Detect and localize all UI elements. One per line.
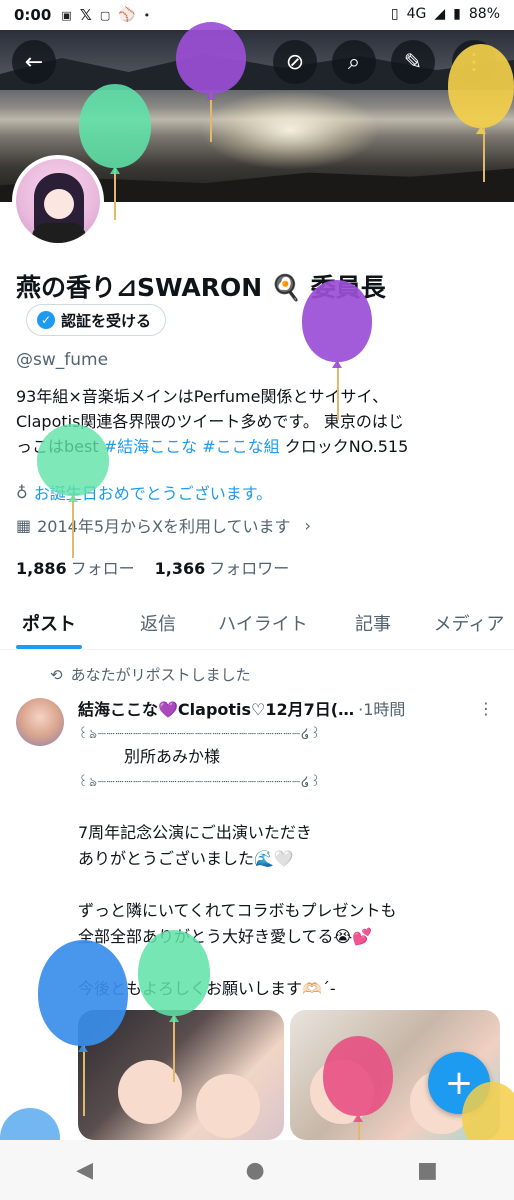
vibrate-icon: ▯ xyxy=(390,6,399,22)
post-author-avatar[interactable] xyxy=(16,698,64,746)
dot-icon: • xyxy=(143,8,151,22)
bio-line-3-suffix: クロックNO.515 xyxy=(279,437,409,456)
pink-balloon-icon xyxy=(323,1036,393,1116)
joined-date: 2014年5月からXを利用しています xyxy=(37,517,291,536)
repost-icon: ⟲ xyxy=(50,665,63,684)
post-header: 結海ここな💜Clapotis♡12月7日(… ·1時間 ⋮ xyxy=(78,696,498,720)
followers-count: 1,366 xyxy=(154,559,206,578)
tab-media[interactable]: メディア xyxy=(424,600,514,649)
tab-highlights[interactable]: ハイライト xyxy=(210,600,316,649)
post-line-1: 7周年記念公演にご出演いただき xyxy=(78,823,312,842)
signal-icon: ◢ xyxy=(434,6,446,22)
back-button[interactable]: ← xyxy=(12,40,56,84)
get-verified-button[interactable]: ✓ 認証を受ける xyxy=(26,304,167,336)
tab-replies[interactable]: 返信 xyxy=(128,600,188,649)
post-decoration-bottom: ꒰ঌ┈┈┈┈┈┈┈┈┈┈┈┈┈┈┈┈┈┈┈┈┈┈┈໒꒱ xyxy=(78,775,322,790)
status-right: ▯ 4G ◢ ▮ 88% xyxy=(391,6,500,22)
balloon-string xyxy=(83,1046,85,1116)
balloon-icon: ♁ xyxy=(16,482,28,502)
verified-badge-icon: ✓ xyxy=(37,311,55,329)
banner-mountains xyxy=(0,54,514,90)
post-decoration-top: ꒰ঌ┈┈┈┈┈┈┈┈┈┈┈┈┈┈┈┈┈┈┈┈┈┈┈໒꒱ xyxy=(78,727,322,742)
grok-button[interactable]: ⊘ xyxy=(273,40,317,84)
balloon-string xyxy=(483,128,485,182)
edit-icon: ✎ xyxy=(403,49,423,75)
showroom-icon: ▢ xyxy=(99,8,111,22)
post-line-name: 別所あみか様 xyxy=(124,747,221,766)
nav-recents-button[interactable]: ■ xyxy=(417,1158,438,1183)
grok-icon: ⊘ xyxy=(285,49,305,75)
post-more-icon[interactable]: ⋮ xyxy=(478,699,494,718)
post-author-name[interactable]: 結海ここな💜Clapotis♡12月7日(… xyxy=(78,696,354,720)
network-label: 4G xyxy=(406,6,427,22)
post-line-4: 全部全部ありがとう大好き愛してる😭💕 xyxy=(78,927,373,946)
follow-counts: 1,886 フォロー 1,366 フォロワー xyxy=(16,555,289,579)
calendar-icon: ▦ xyxy=(16,515,32,535)
banner-sun-reflection xyxy=(200,90,380,170)
hashtag-link-2[interactable]: #ここな組 xyxy=(202,437,279,456)
avatar-body xyxy=(32,223,86,243)
back-arrow-icon: ← xyxy=(24,49,44,75)
battery-icon: ▮ xyxy=(453,6,461,22)
purple-balloon-icon xyxy=(176,22,246,94)
search-button[interactable]: ⌕ xyxy=(332,40,376,84)
following-link[interactable]: 1,886 フォロー xyxy=(16,555,135,579)
x-icon: 𝕏 xyxy=(79,6,92,24)
post-line-2: ありがとうございました🌊🤍 xyxy=(78,849,294,868)
nav-home-button[interactable]: ● xyxy=(245,1158,264,1183)
tab-posts[interactable]: ポスト xyxy=(14,600,84,649)
search-icon: ⌕ xyxy=(347,49,361,75)
following-label: フォロー xyxy=(70,559,135,578)
edit-button[interactable]: ✎ xyxy=(391,40,435,84)
bio-line-1: 93年組×音楽垢メインはPerfume関係とサイサイ、 xyxy=(16,387,389,406)
blue-balloon-icon xyxy=(38,940,128,1046)
balloon-string xyxy=(173,1016,175,1082)
chevron-right-icon: › xyxy=(304,515,311,535)
followers-label: フォロワー xyxy=(209,559,290,578)
following-count: 1,886 xyxy=(16,559,67,578)
status-bar: 0:00 ▣ 𝕏 ▢ ⚾ • ▯ 4G ◢ ▮ 88% xyxy=(0,0,514,30)
avatar-face xyxy=(44,189,74,219)
repost-label: あなたがリポストしました xyxy=(70,666,251,684)
green-balloon-icon xyxy=(79,84,151,168)
followers-link[interactable]: 1,366 フォロワー xyxy=(155,555,290,579)
yellow-balloon-icon xyxy=(448,44,514,128)
tab-articles[interactable]: 記事 xyxy=(348,600,398,649)
repost-indicator: ⟲ あなたがリポストしました xyxy=(50,664,251,685)
get-verified-label: 認証を受ける xyxy=(61,311,152,330)
green-balloon-icon xyxy=(138,930,210,1016)
system-nav-bar: ◀ ● ■ xyxy=(0,1140,514,1200)
balloon-string xyxy=(114,168,116,220)
balloon-string xyxy=(337,360,339,420)
purple-balloon-icon xyxy=(302,280,372,362)
battery-label: 88% xyxy=(468,6,500,22)
image-person xyxy=(196,1074,260,1138)
nav-back-button[interactable]: ◀ xyxy=(76,1158,93,1183)
green-balloon-icon xyxy=(37,424,109,496)
post-line-3: ずっと隣にいてくれてコラボもプレゼントも xyxy=(78,901,397,920)
baseball-icon: ⚾ xyxy=(118,7,136,23)
profile-avatar[interactable] xyxy=(12,155,104,247)
status-time: 0:00 xyxy=(14,6,52,24)
user-handle: @sw_fume xyxy=(16,350,109,370)
manga-up-icon: ▣ xyxy=(61,8,72,22)
joined-row[interactable]: ▦ 2014年5月からXを利用しています › xyxy=(16,513,311,537)
post-time[interactable]: ·1時間 xyxy=(358,696,405,720)
profile-tabs: ポスト 返信 ハイライト 記事 メディア xyxy=(0,600,514,650)
hashtag-link-1[interactable]: #結海ここな xyxy=(104,437,197,456)
balloon-string xyxy=(72,494,74,558)
